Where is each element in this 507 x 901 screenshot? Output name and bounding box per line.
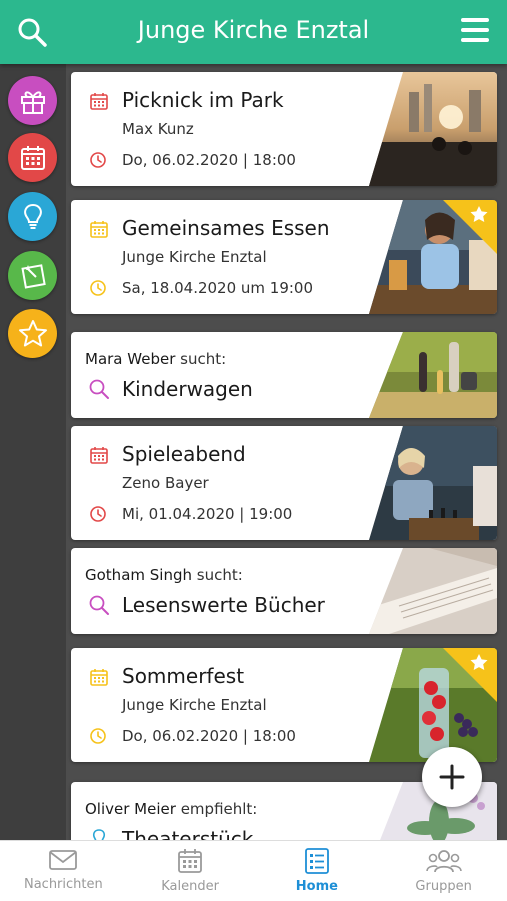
search-card[interactable]: Mara Weber sucht: Kinderwagen — [71, 332, 497, 418]
author-action: sucht: — [180, 350, 227, 368]
tab-gruppen[interactable]: Gruppen — [380, 841, 507, 901]
tab-home[interactable]: Home — [254, 841, 381, 901]
search-icon — [89, 595, 109, 615]
calendar-icon — [90, 221, 108, 238]
event-title: Picknick im Park — [122, 88, 284, 112]
category-sidebar — [0, 64, 66, 840]
event-date: Mi, 01.04.2020 | 19:00 — [122, 505, 293, 523]
search-title: Lesenswerte Bücher — [122, 593, 325, 617]
add-button[interactable] — [422, 747, 482, 807]
event-card[interactable]: Sommerfest Junge Kirche Enztal Do, 06.02… — [71, 648, 497, 762]
clock-icon — [90, 152, 106, 168]
calendar-icon — [90, 93, 108, 110]
featured-ribbon — [443, 200, 497, 254]
tab-nachrichten[interactable]: Nachrichten — [0, 841, 127, 901]
recommend-author: Oliver Meier empfiehlt: — [85, 800, 257, 818]
group-icon — [425, 850, 462, 873]
calendar-icon — [20, 145, 45, 170]
author-action: sucht: — [196, 566, 243, 584]
clock-icon — [90, 506, 106, 522]
category-note-button[interactable] — [8, 251, 57, 300]
search-title: Kinderwagen — [122, 377, 253, 401]
calendar-icon — [178, 849, 203, 873]
lightbulb-icon — [23, 203, 42, 229]
calendar-icon — [90, 669, 108, 686]
calendar-icon — [90, 447, 108, 464]
event-organizer: Junge Kirche Enztal — [122, 696, 267, 714]
event-organizer: Max Kunz — [122, 120, 194, 138]
author-name: Mara Weber — [85, 350, 176, 368]
author-name: Oliver Meier — [85, 800, 176, 818]
search-author: Gotham Singh sucht: — [85, 566, 243, 584]
event-date: Sa, 18.04.2020 um 19:00 — [122, 279, 314, 297]
event-organizer: Zeno Bayer — [122, 474, 209, 492]
tab-label: Home — [295, 879, 338, 894]
search-icon — [89, 379, 109, 399]
event-card[interactable]: Picknick im Park Max Kunz Do, 06.02.2020… — [71, 72, 497, 186]
envelope-icon — [49, 850, 78, 870]
tab-kalender[interactable]: Kalender — [127, 841, 254, 901]
gift-icon — [20, 90, 45, 114]
feed-list: Picknick im Park Max Kunz Do, 06.02.2020… — [66, 64, 507, 840]
app-header: Junge Kirche Enztal — [0, 0, 507, 64]
event-card[interactable]: Spieleabend Zeno Bayer Mi, 01.04.2020 | … — [71, 426, 497, 540]
event-card[interactable]: Gemeinsames Essen Junge Kirche Enztal Sa… — [71, 200, 497, 314]
author-name: Gotham Singh — [85, 566, 192, 584]
plus-icon — [439, 764, 465, 790]
note-icon — [20, 263, 46, 289]
chess-photo — [369, 426, 497, 540]
star-icon — [18, 319, 47, 346]
event-title: Sommerfest — [122, 664, 245, 688]
search-author: Mara Weber sucht: — [85, 350, 226, 368]
event-organizer: Junge Kirche Enztal — [122, 248, 267, 266]
tab-label: Gruppen — [415, 879, 472, 894]
park-photo — [369, 72, 497, 186]
category-calendar-button[interactable] — [8, 133, 57, 182]
category-favorites-button[interactable] — [8, 309, 57, 358]
menu-icon[interactable] — [459, 14, 491, 46]
author-action: empfiehlt: — [180, 800, 258, 818]
category-gift-button[interactable] — [8, 76, 57, 125]
tab-label: Kalender — [161, 879, 219, 894]
app-title: Junge Kirche Enztal — [137, 16, 370, 44]
event-title: Spieleabend — [122, 442, 246, 466]
clock-icon — [90, 280, 106, 296]
category-idea-button[interactable] — [8, 192, 57, 241]
featured-ribbon — [443, 648, 497, 702]
tab-label: Nachrichten — [23, 877, 103, 892]
lightbulb-icon — [92, 829, 106, 840]
event-date: Do, 06.02.2020 | 18:00 — [122, 727, 296, 745]
clock-icon — [90, 728, 106, 744]
book-photo — [369, 548, 497, 634]
list-icon — [304, 848, 329, 874]
bottom-tab-bar: Nachrichten Kalender Home Gruppen — [0, 840, 507, 901]
event-title: Gemeinsames Essen — [122, 216, 330, 240]
family-walk-photo — [369, 332, 497, 418]
event-date: Do, 06.02.2020 | 18:00 — [122, 151, 296, 169]
search-card[interactable]: Gotham Singh sucht: Lesenswerte Bücher — [71, 548, 497, 634]
recommend-title: Theaterstück — [122, 827, 254, 840]
